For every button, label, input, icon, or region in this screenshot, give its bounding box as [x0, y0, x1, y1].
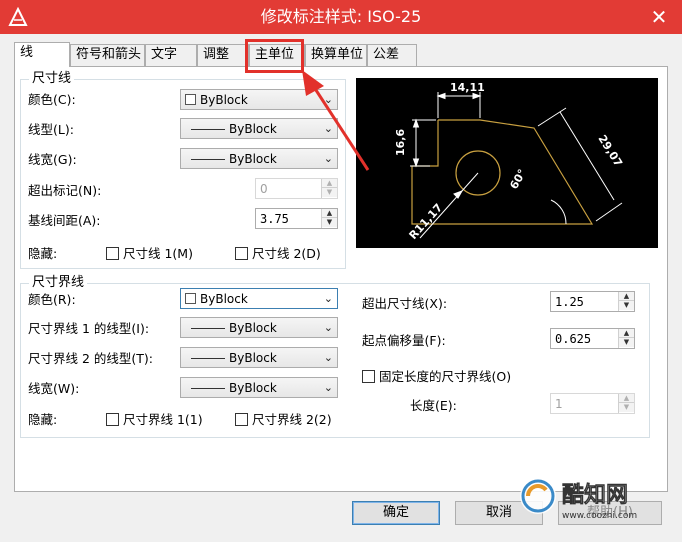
spinner-down-icon[interactable]: ▼ — [322, 188, 337, 197]
preview-dim-left: 16,6 — [394, 129, 407, 156]
suppress-ext-line-2-checkbox[interactable] — [235, 413, 248, 426]
group-title: 尺寸线 — [29, 71, 75, 87]
line-sample — [191, 358, 225, 359]
ext-suppress-label: 隐藏: — [28, 412, 58, 427]
select-value: ByBlock — [200, 292, 248, 306]
line-sample — [191, 159, 225, 160]
spinner-up-icon[interactable]: ▲ — [619, 329, 634, 338]
spinner-up-icon[interactable]: ▲ — [619, 394, 634, 403]
baseline-spacing-label: 基线间距(A): — [28, 213, 101, 228]
suppress-dim-line-1-label: 尺寸线 1(M) — [123, 246, 193, 261]
spinner-value: 3.75 — [260, 212, 289, 226]
chevron-down-icon: ⌄ — [323, 381, 333, 394]
length-spinner[interactable]: 1 ▲ ▼ — [550, 393, 635, 414]
ext-line-2-linetype-select[interactable]: ByBlock ⌄ — [180, 347, 338, 368]
tab-tolerances[interactable]: 公差 — [367, 44, 417, 66]
suppress-dim-line-2-checkbox[interactable] — [235, 247, 248, 260]
suppress-ext-line-1-checkbox[interactable] — [106, 413, 119, 426]
spinner-value: 1.25 — [555, 295, 584, 309]
preview-dim-top: 14,11 — [450, 81, 485, 94]
tab-text[interactable]: 文字 — [145, 44, 197, 66]
color-swatch — [185, 94, 196, 105]
select-value: ByBlock — [229, 122, 277, 136]
ok-button[interactable]: 确定 — [352, 501, 440, 525]
suppress-ext-line-2-label: 尺寸界线 2(2) — [252, 412, 332, 427]
spinner-up-icon[interactable]: ▲ — [322, 179, 337, 188]
preview-dimensions — [410, 92, 623, 239]
line-sample — [191, 328, 225, 329]
chevron-down-icon: ⌄ — [323, 321, 333, 334]
select-value: ByBlock — [229, 321, 277, 335]
suppress-ext-line-1-label: 尺寸界线 1(1) — [123, 412, 203, 427]
spinner-down-icon[interactable]: ▼ — [619, 338, 634, 347]
ext-lineweight-label: 线宽(W): — [28, 381, 80, 396]
suppress-dim-line-1-checkbox[interactable] — [106, 247, 119, 260]
spinner-down-icon[interactable]: ▼ — [619, 403, 634, 412]
extend-ticks-spinner[interactable]: 0 ▲ ▼ — [255, 178, 338, 199]
preview-dim-right: 29,07 — [595, 133, 624, 169]
chevron-down-icon: ⌄ — [323, 292, 333, 305]
annotation-arrow-icon — [302, 70, 370, 171]
ext-linetype2-label: 尺寸界线 2 的线型(T): — [28, 351, 154, 366]
extend-beyond-label: 超出尺寸线(X): — [362, 296, 448, 311]
extend-ticks-label: 超出标记(N): — [28, 183, 102, 198]
close-button[interactable]: ✕ — [644, 4, 674, 30]
fixed-length-label: 固定长度的尺寸界线(O) — [379, 369, 512, 384]
coozhi-watermark-logo: 酷知网 www.coozhi.com — [520, 478, 637, 521]
ext-linetype1-label: 尺寸界线 1 的线型(I): — [28, 321, 150, 336]
title-bar: 修改标注样式: ISO-25 ✕ — [0, 0, 682, 34]
preview-dim-angle: 60° — [507, 167, 529, 192]
linetype-label: 线型(L): — [28, 122, 74, 137]
select-value: ByBlock — [229, 381, 277, 395]
spinner-value: 0.625 — [555, 332, 592, 346]
line-sample — [191, 388, 225, 389]
suppress-label: 隐藏: — [28, 246, 58, 261]
spinner-down-icon[interactable]: ▼ — [322, 218, 337, 227]
spinner-down-icon[interactable]: ▼ — [619, 301, 634, 310]
watermark-url: www.coozhi.com — [562, 511, 637, 521]
length-label: 长度(E): — [410, 398, 457, 413]
spinner-up-icon[interactable]: ▲ — [322, 209, 337, 218]
ext-color-label: 颜色(R): — [28, 292, 76, 307]
tab-lines[interactable]: 线 — [14, 42, 70, 67]
color-label: 颜色(C): — [28, 92, 76, 107]
ext-line-1-linetype-select[interactable]: ByBlock ⌄ — [180, 317, 338, 338]
tab-alternate-units[interactable]: 换算单位 — [305, 44, 367, 66]
tab-symbols-arrows[interactable]: 符号和箭头 — [70, 44, 145, 66]
baseline-spacing-spinner[interactable]: 3.75 ▲ ▼ — [255, 208, 338, 229]
spinner-value: 1 — [555, 397, 563, 411]
color-swatch — [185, 293, 196, 304]
window-title: 修改标注样式: ISO-25 — [260, 7, 422, 26]
ext-line-color-select[interactable]: ByBlock ⌄ — [180, 288, 338, 309]
chevron-down-icon: ⌄ — [323, 351, 333, 364]
origin-offset-label: 起点偏移量(F): — [362, 333, 446, 348]
line-sample — [191, 129, 225, 130]
select-value: ByBlock — [229, 152, 277, 166]
ext-line-lineweight-select[interactable]: ByBlock ⌄ — [180, 377, 338, 398]
select-value: ByBlock — [229, 351, 277, 365]
suppress-dim-line-2-label: 尺寸线 2(D) — [252, 246, 321, 261]
extend-beyond-spinner[interactable]: 1.25 ▲ ▼ — [550, 291, 635, 312]
spinner-up-icon[interactable]: ▲ — [619, 292, 634, 301]
lineweight-label: 线宽(G): — [28, 152, 77, 167]
dimension-style-preview: 14,11 16,6 29,07 60° R11,17 — [356, 78, 658, 248]
watermark-brand: 酷知网 — [562, 482, 628, 508]
select-value: ByBlock — [200, 93, 248, 107]
spinner-value: 0 — [260, 182, 268, 196]
origin-offset-spinner[interactable]: 0.625 ▲ ▼ — [550, 328, 635, 349]
tab-fit[interactable]: 调整 — [197, 44, 249, 66]
group-title: 尺寸界线 — [29, 275, 88, 291]
fixed-length-checkbox[interactable] — [362, 370, 375, 383]
